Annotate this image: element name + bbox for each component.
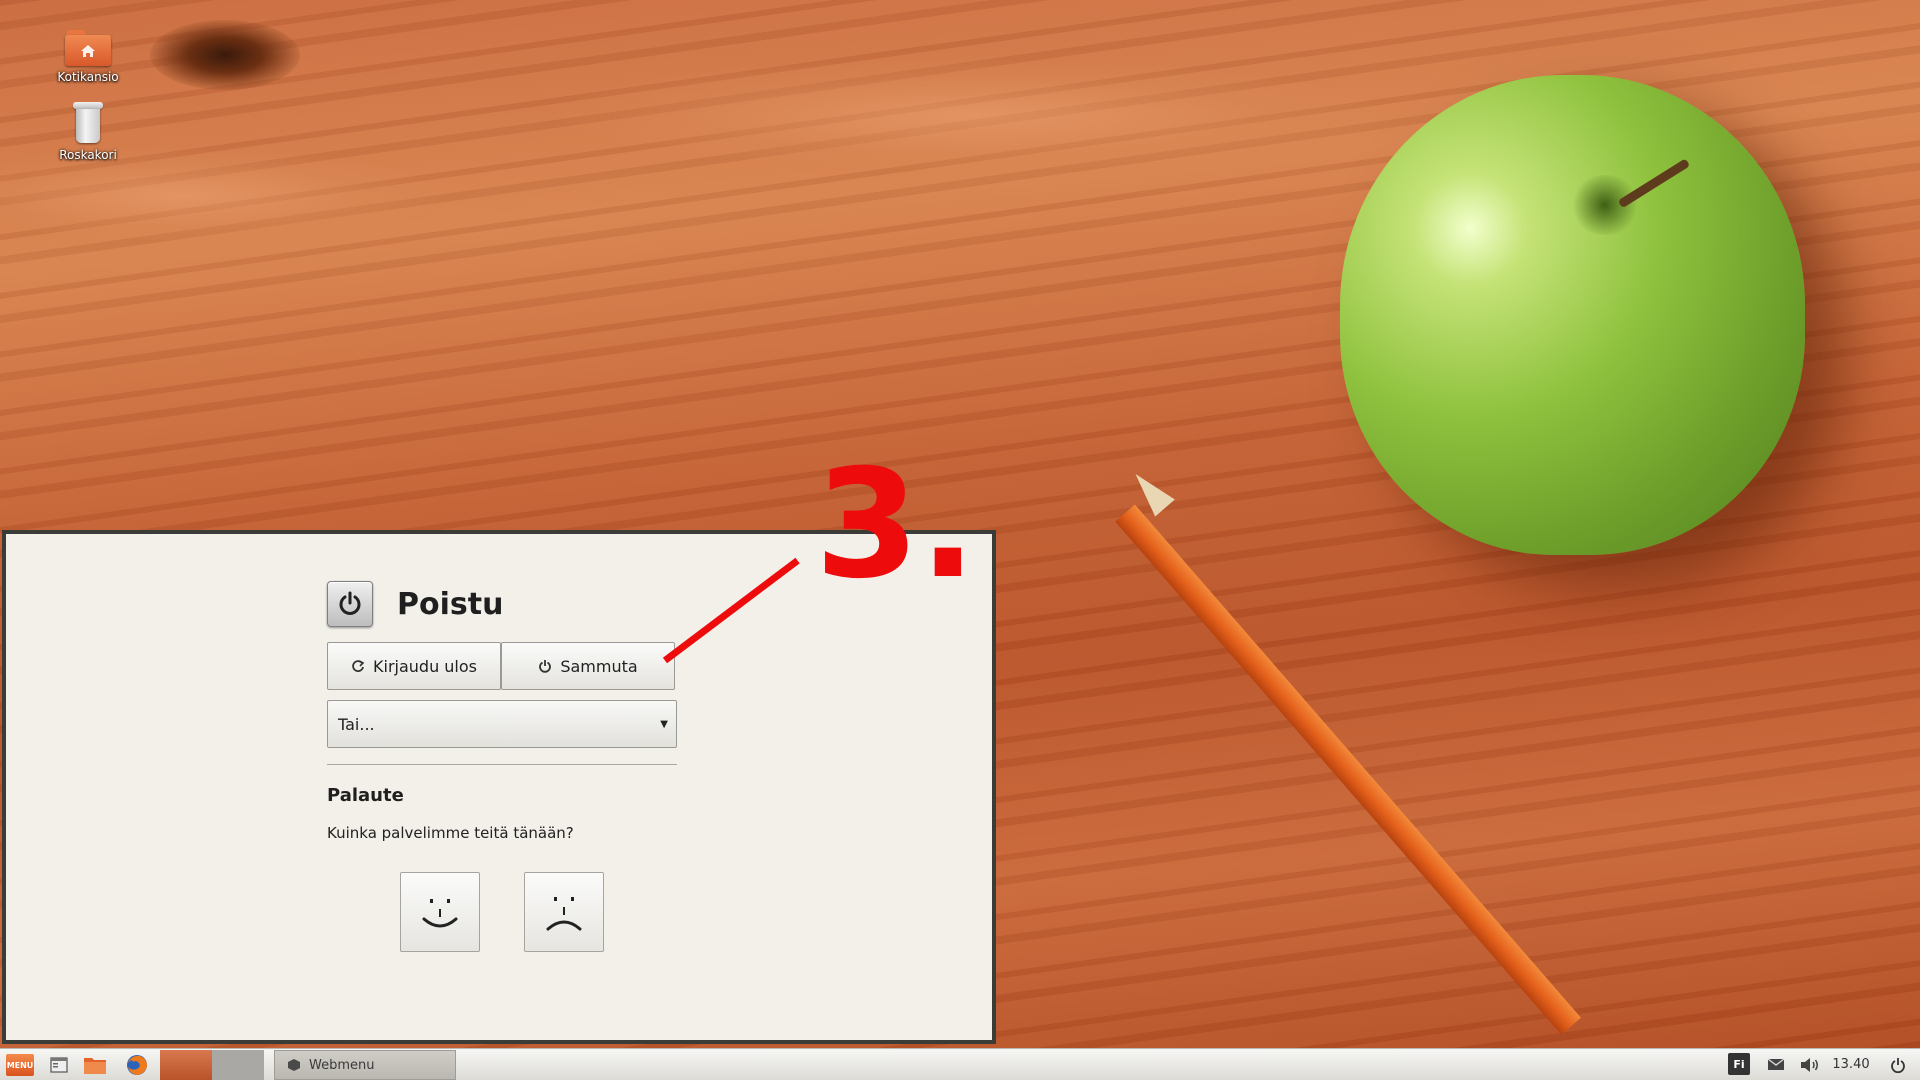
taskbar-window-label: Webmenu	[309, 1057, 375, 1073]
annotation-step-label: 3.	[815, 438, 977, 612]
sad-face-icon	[546, 897, 582, 931]
power-icon	[538, 659, 552, 673]
desktop-icon-label: Roskakori	[59, 148, 117, 162]
power-tray-button[interactable]	[1884, 1049, 1912, 1080]
happy-feedback-button[interactable]	[400, 872, 480, 952]
trash-icon	[73, 102, 103, 144]
keyboard-layout-indicator[interactable]: Fi	[1728, 1053, 1750, 1075]
desktop-icon-label: Kotikansio	[57, 70, 119, 84]
action-button-row: Kirjaudu ulos Sammuta	[327, 642, 677, 690]
webmenu-icon	[287, 1058, 301, 1072]
dialog-header: Poistu	[327, 580, 677, 628]
taskbar-window-webmenu[interactable]: Webmenu	[274, 1050, 456, 1080]
dialog-title: Poistu	[397, 586, 504, 622]
file-manager-launcher[interactable]	[80, 1049, 110, 1080]
menu-button[interactable]: MENU	[6, 1054, 34, 1076]
more-options-value: Tai...	[338, 714, 375, 734]
mail-icon	[1767, 1058, 1785, 1070]
desktop-icon-trash[interactable]: Roskakori	[33, 102, 143, 162]
firefox-launcher[interactable]	[122, 1049, 152, 1080]
workspace-1[interactable]	[160, 1050, 212, 1080]
taskbar: MENU Webmenu Fi 13.40	[0, 1048, 1920, 1080]
desktop-icon-home-folder[interactable]: Kotikansio	[33, 30, 143, 84]
pencil-wallpaper-image	[1115, 504, 1581, 1035]
show-desktop-launcher[interactable]	[46, 1049, 72, 1080]
happy-face-icon	[422, 899, 458, 928]
mail-tray-button[interactable]	[1762, 1049, 1790, 1080]
home-folder-icon	[65, 30, 111, 66]
logout-button[interactable]: Kirjaudu ulos	[327, 642, 501, 690]
feedback-buttons	[327, 872, 677, 954]
apple-dimple	[1570, 175, 1640, 235]
menu-button-label: MENU	[6, 1060, 34, 1070]
feedback-heading: Palaute	[327, 785, 404, 806]
wood-grain-highlight	[0, 150, 440, 240]
file-manager-icon	[84, 1057, 106, 1074]
shutdown-button[interactable]: Sammuta	[501, 642, 675, 690]
power-icon	[327, 581, 373, 627]
logout-button-label: Kirjaudu ulos	[373, 656, 477, 676]
dropdown-arrow-icon: ▼	[660, 718, 668, 730]
apple-wallpaper-image	[1340, 75, 1805, 555]
wood-grain-highlight	[560, 60, 1380, 170]
wood-knot	[150, 20, 300, 90]
dialog-divider	[327, 764, 677, 765]
volume-icon	[1801, 1057, 1818, 1072]
power-icon	[1891, 1057, 1905, 1073]
sad-feedback-button[interactable]	[524, 872, 604, 952]
feedback-question: Kuinka palvelimme teitä tänään?	[327, 824, 574, 842]
logout-icon	[351, 659, 365, 673]
logout-dialog-content: Poistu Kirjaudu ulos Sammuta Tai... ▼ Pa…	[327, 580, 677, 954]
more-options-select[interactable]: Tai... ▼	[327, 700, 677, 748]
firefox-icon	[127, 1054, 147, 1075]
volume-tray-button[interactable]	[1796, 1049, 1824, 1080]
workspace-2[interactable]	[212, 1050, 264, 1080]
clock[interactable]: 13.40	[1826, 1049, 1876, 1080]
show-desktop-icon	[50, 1056, 68, 1073]
shutdown-button-label: Sammuta	[560, 656, 638, 676]
